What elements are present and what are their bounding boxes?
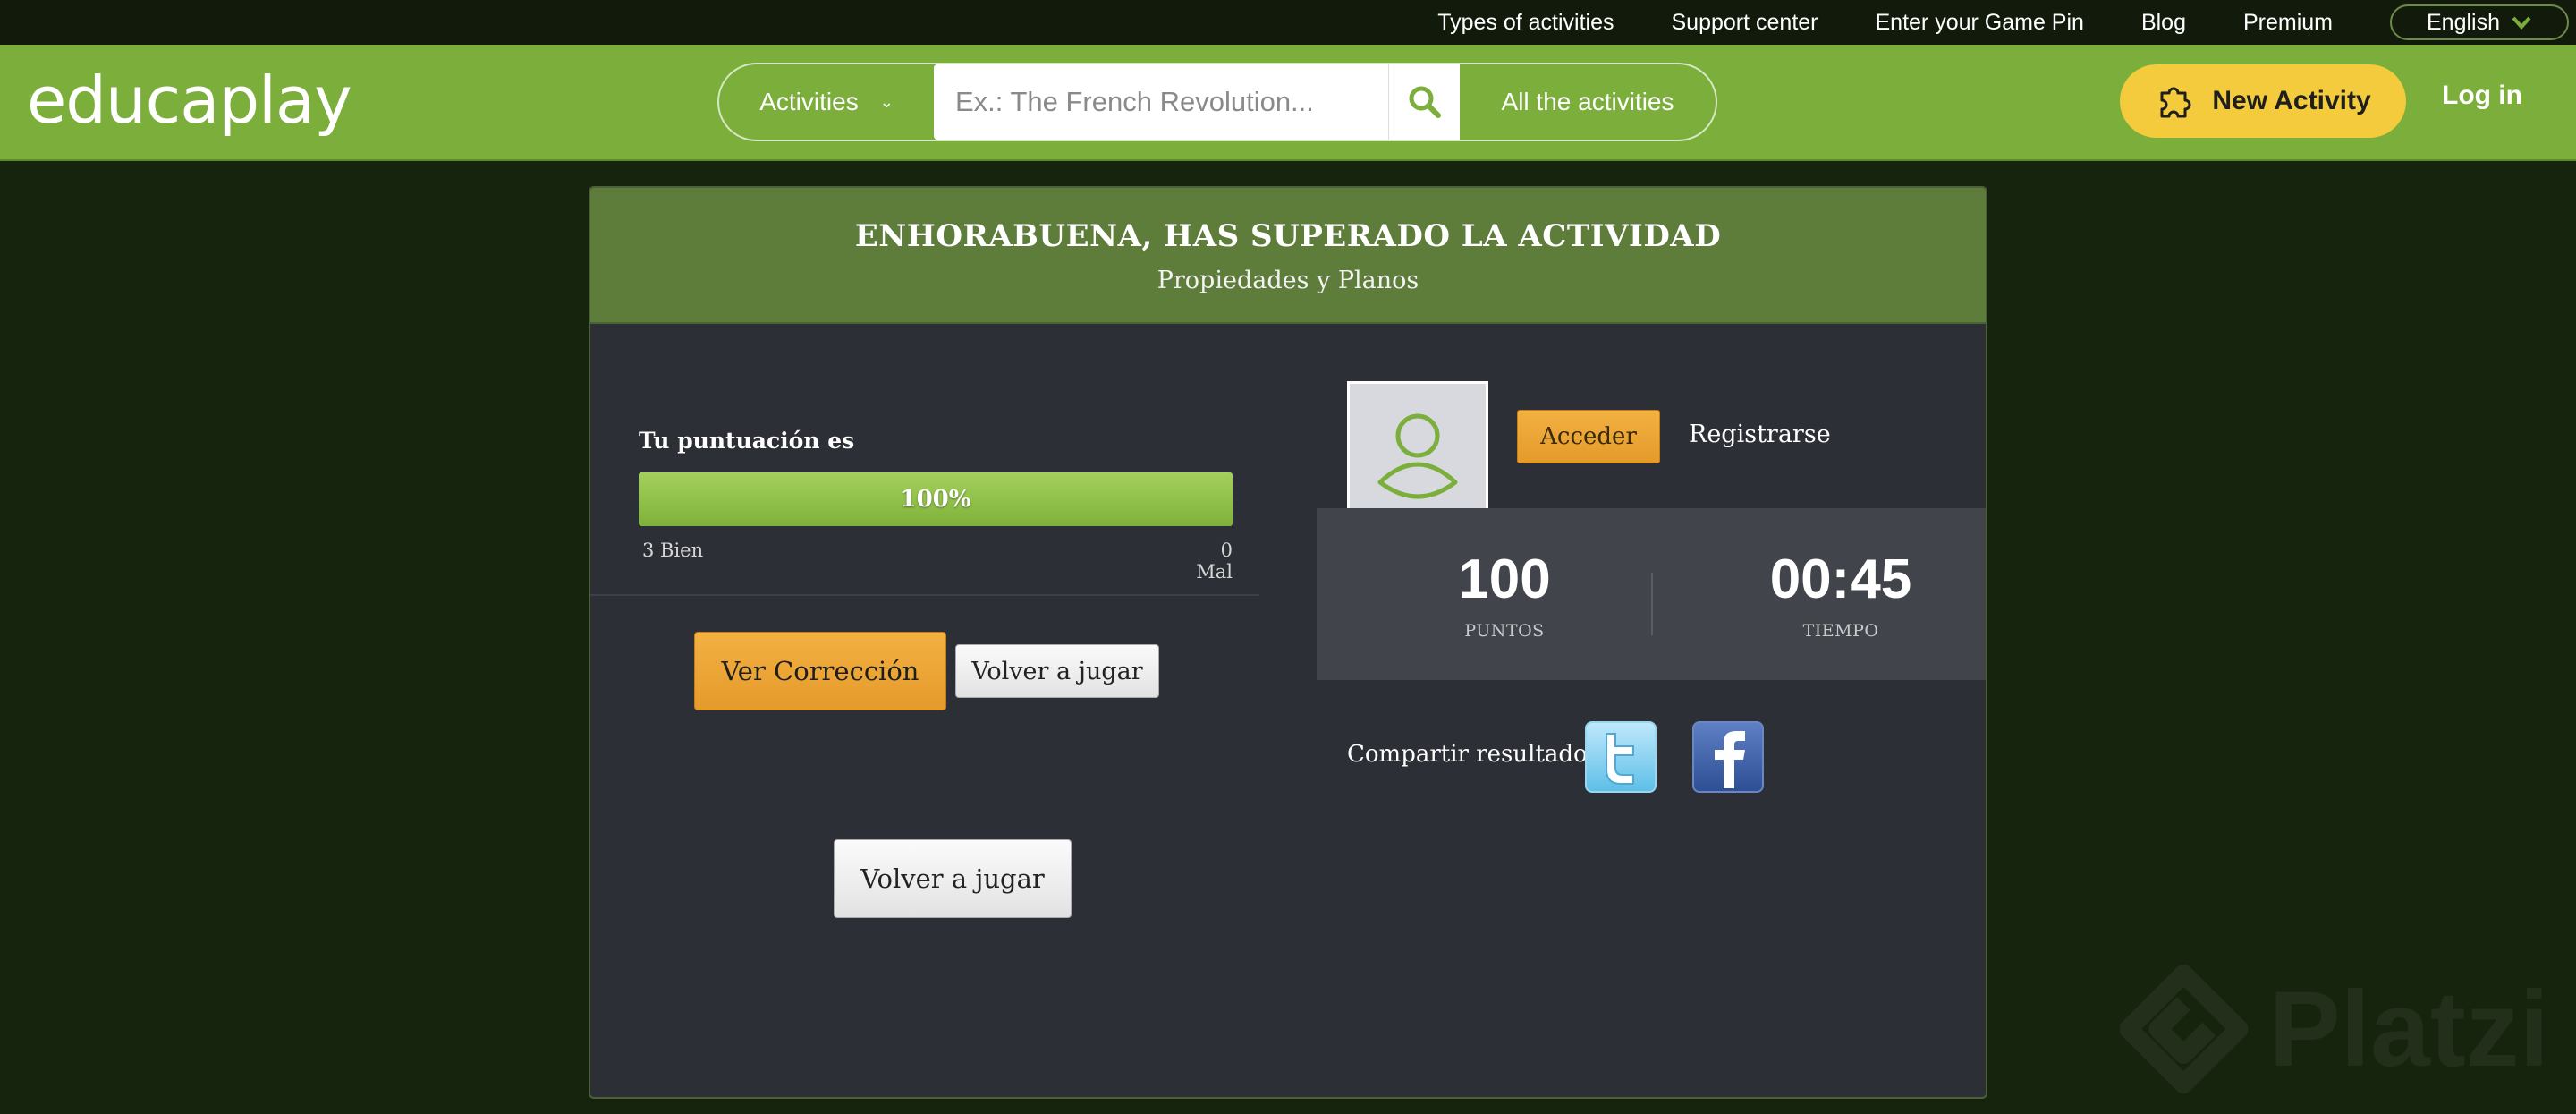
- volver-a-jugar-large-button[interactable]: Volver a jugar: [834, 839, 1072, 918]
- topbar-link-support-center[interactable]: Support center: [1672, 10, 1818, 36]
- registrarse-link[interactable]: Registrarse: [1689, 421, 1831, 448]
- new-activity-label: New Activity: [2212, 86, 2371, 115]
- twitter-icon: [1606, 733, 1634, 785]
- stats-separator: [1651, 573, 1653, 635]
- stats-panel: 100 PUNTOS 00:45 TIEMPO: [1317, 508, 1986, 680]
- points-value: 100: [1458, 548, 1551, 610]
- language-label: English: [2427, 9, 2500, 35]
- platzi-watermark: Platzi: [2120, 957, 2549, 1101]
- facebook-share-button[interactable]: [1692, 721, 1764, 793]
- top-utility-bar: Types of activities Support center Enter…: [0, 0, 2576, 45]
- topbar-link-premium[interactable]: Premium: [2243, 10, 2333, 36]
- correct-count: 3 Bien: [642, 540, 704, 561]
- activity-name: Propiedades y Planos: [1157, 267, 1419, 294]
- result-title: ENHORABUENA, HAS SUPERADO LA ACTIVIDAD: [854, 218, 1722, 254]
- result-card: ENHORABUENA, HAS SUPERADO LA ACTIVIDAD P…: [589, 186, 1987, 1099]
- all-activities-link[interactable]: All the activities: [1460, 64, 1716, 140]
- wrong-count: 0 Mal: [1196, 540, 1233, 583]
- avatar: [1347, 381, 1488, 524]
- time-value: 00:45: [1769, 548, 1912, 610]
- language-selector[interactable]: English: [2390, 4, 2569, 40]
- acceder-button[interactable]: Acceder: [1517, 410, 1660, 463]
- score-progress-bar: 100%: [639, 472, 1233, 526]
- volver-a-jugar-button[interactable]: Volver a jugar: [955, 644, 1159, 698]
- user-icon: [1377, 413, 1458, 499]
- divider: [590, 594, 1259, 596]
- facebook-icon: [1715, 731, 1745, 788]
- new-activity-button[interactable]: New Activity: [2120, 64, 2406, 138]
- twitter-share-button[interactable]: [1585, 721, 1657, 793]
- puzzle-icon: [2160, 87, 2191, 118]
- search-category-label: Activities: [759, 88, 859, 115]
- search-icon: [1409, 86, 1441, 118]
- watermark-text: Platzi: [2268, 969, 2549, 1089]
- points-label: PUNTOS: [1464, 621, 1545, 641]
- score-label: Tu puntuación es: [639, 428, 855, 454]
- share-label: Compartir resultado:: [1347, 741, 1596, 768]
- topbar-link-game-pin[interactable]: Enter your Game Pin: [1876, 10, 2084, 36]
- time-label: TIEMPO: [1802, 621, 1879, 641]
- ver-correccion-button[interactable]: Ver Corrección: [694, 632, 946, 710]
- score-percent: 100%: [900, 486, 971, 513]
- chevron-down-icon: [2512, 16, 2531, 30]
- topbar-link-blog[interactable]: Blog: [2141, 10, 2186, 36]
- topbar-link-types-of-activities[interactable]: Types of activities: [1437, 10, 1614, 36]
- chevron-down-icon: ⌄: [879, 92, 894, 111]
- result-header: ENHORABUENA, HAS SUPERADO LA ACTIVIDAD P…: [590, 188, 1986, 324]
- educaplay-logo[interactable]: educaplay: [27, 63, 352, 138]
- login-link[interactable]: Log in: [2442, 81, 2522, 111]
- search-input[interactable]: [934, 64, 1388, 140]
- search-bar: Activities ⌄ All the activities: [717, 63, 1717, 141]
- search-button[interactable]: [1388, 64, 1460, 140]
- search-category-select[interactable]: Activities ⌄: [719, 64, 934, 140]
- platzi-logo-icon: [2120, 964, 2248, 1094]
- main-header: educaplay Activities ⌄ All the activitie…: [0, 45, 2576, 161]
